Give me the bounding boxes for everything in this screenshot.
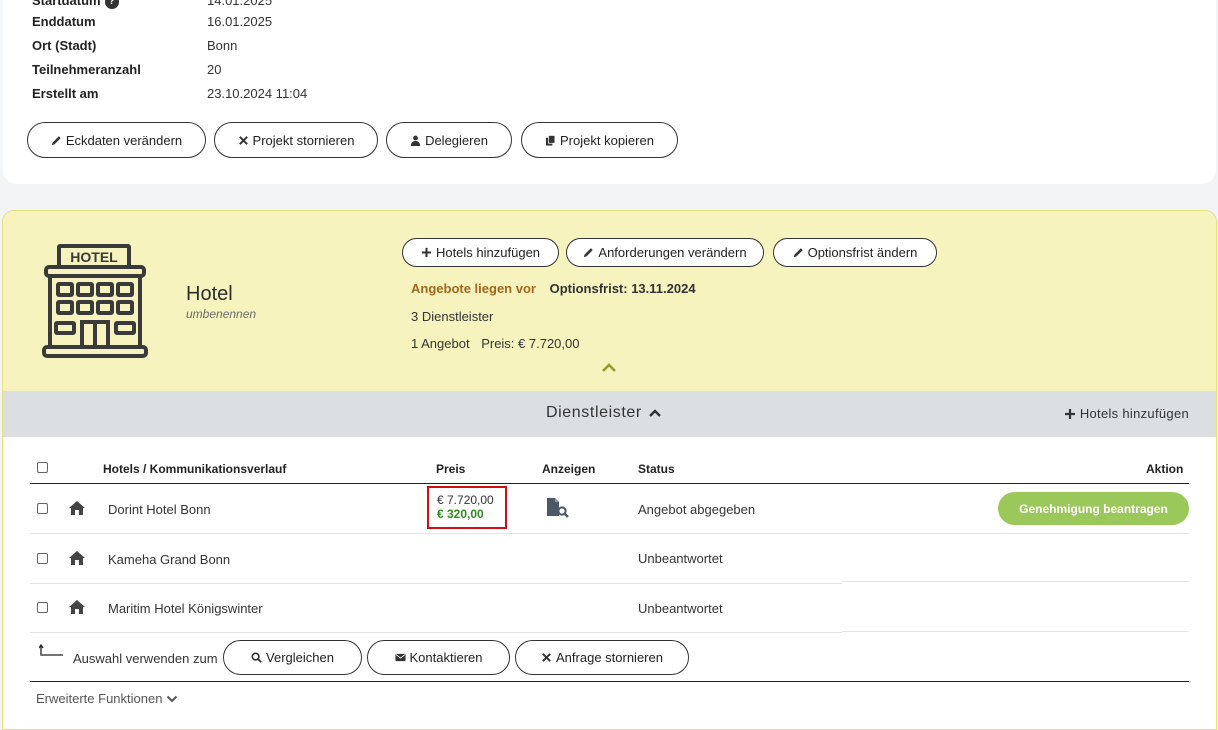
rename-link[interactable]: umbenennen <box>186 307 256 321</box>
cancel-request-label: Anfrage stornieren <box>556 650 663 665</box>
price-value: € 7.720,00 <box>437 493 494 507</box>
row-divider <box>30 632 842 633</box>
edit-details-label: Eckdaten verändern <box>65 132 183 148</box>
col-price[interactable]: Preis <box>436 462 465 476</box>
field-start-value: 14.01.2025 <box>207 0 273 8</box>
delegate-button[interactable]: Delegieren <box>386 122 512 158</box>
selection-arrow-icon <box>39 644 63 656</box>
cancel-project-button[interactable]: Projekt stornieren <box>214 122 378 158</box>
field-end-value: 16.01.2025 <box>207 14 273 29</box>
change-requirements-label: Anforderungen verändern <box>598 245 747 260</box>
price-highlight: € 7.720,00 € 320,00 <box>427 486 507 529</box>
chevron-up-icon <box>648 409 661 417</box>
hotel-status-line: Angebote liegen vor Optionsfrist: 13.11.… <box>411 281 696 296</box>
extended-functions-toggle[interactable]: Erweiterte Funktionen <box>36 691 178 706</box>
close-icon <box>238 135 248 145</box>
compare-button[interactable]: Vergleichen <box>223 640 362 675</box>
copy-project-label: Projekt kopieren <box>560 132 654 148</box>
row-checkbox[interactable] <box>37 602 48 613</box>
row-divider <box>30 533 1189 534</box>
providers-title: Dienstleister <box>546 404 642 421</box>
pencil-icon <box>51 135 61 145</box>
option-deadline: Optionsfrist: 13.11.2024 <box>549 281 696 296</box>
field-city-value: Bonn <box>207 38 238 53</box>
field-city-label: Ort (Stadt) <box>32 38 97 53</box>
cancel-request-button[interactable]: Anfrage stornieren <box>515 640 689 675</box>
selection-label: Auswahl verwenden zum <box>73 651 218 666</box>
hotel-icon-label: HOTEL <box>70 249 118 265</box>
field-end-label: Enddatum <box>32 14 96 29</box>
hotel-name[interactable]: Maritim Hotel Königswinter <box>108 601 263 616</box>
row-divider <box>30 583 842 584</box>
hotel-name[interactable]: Dorint Hotel Bonn <box>108 502 211 517</box>
row-status: Unbeantwortet <box>638 601 723 616</box>
row-checkbox[interactable] <box>37 503 48 514</box>
chevron-down-icon <box>167 695 178 702</box>
col-action: Aktion <box>1146 462 1184 476</box>
bulk-actions-rule <box>30 681 1189 682</box>
pencil-icon <box>584 248 594 258</box>
providers-toggle[interactable]: Dienstleister <box>546 404 662 422</box>
home-icon <box>69 600 85 614</box>
contact-button[interactable]: Kontaktieren <box>367 640 510 675</box>
add-hotels-button[interactable]: Hotels hinzufügen <box>402 238 559 267</box>
col-status[interactable]: Status <box>638 462 675 476</box>
pencil-icon <box>793 248 803 258</box>
price-difference: € 320,00 <box>437 507 484 521</box>
help-icon[interactable]: ? <box>104 0 119 9</box>
hotel-panel: HOTEL Hotel umbenennen Hotels hinzufügen… <box>2 210 1217 730</box>
select-all-checkbox[interactable] <box>37 462 48 473</box>
field-created-value: 23.10.2024 11:04 <box>207 86 308 101</box>
cancel-project-label: Projekt stornieren <box>252 132 355 148</box>
row-divider-action <box>842 631 1189 632</box>
offers-status: Angebote liegen vor <box>411 281 536 296</box>
collapse-chevron-icon[interactable] <box>601 361 617 373</box>
contact-label: Kontaktieren <box>409 650 483 665</box>
copy-project-button[interactable]: Projekt kopieren <box>521 122 678 158</box>
col-show: Anzeigen <box>542 462 596 476</box>
plus-icon <box>421 247 432 258</box>
field-start-label: Startdatum <box>32 0 101 8</box>
hotel-name[interactable]: Kameha Grand Bonn <box>108 552 230 567</box>
change-option-deadline-label: Optionsfrist ändern <box>807 245 918 260</box>
view-offer-icon[interactable] <box>546 498 570 518</box>
field-participants-value: 20 <box>207 62 222 77</box>
add-hotels-label: Hotels hinzufügen <box>435 245 541 260</box>
row-status: Unbeantwortet <box>638 551 723 566</box>
providers-bar: Dienstleister Hotels hinzufügen <box>3 391 1216 437</box>
providers-count: 3 Dienstleister <box>411 309 494 324</box>
hotel-header: HOTEL Hotel umbenennen Hotels hinzufügen… <box>3 211 1216 391</box>
copy-icon <box>545 134 556 146</box>
change-requirements-button[interactable]: Anforderungen verändern <box>566 238 764 267</box>
offers-count: 1 Angebot <box>411 336 470 351</box>
row-divider-action <box>842 581 1189 582</box>
search-icon <box>251 652 262 663</box>
project-card: Startdatum? 14.01.2025 Enddatum 16.01.20… <box>3 0 1216 184</box>
change-option-deadline-button[interactable]: Optionsfrist ändern <box>773 238 937 267</box>
offers-summary: 1 Angebot Preis: € 7.720,00 <box>411 336 579 351</box>
plus-icon <box>1064 408 1075 419</box>
delegate-label: Delegieren <box>425 132 488 148</box>
field-created-label: Erstellt am <box>32 86 99 101</box>
compare-label: Vergleichen <box>266 650 334 665</box>
hotel-building-icon: HOTEL <box>42 244 148 358</box>
request-approval-button[interactable]: Genehmigung beantragen <box>998 492 1189 525</box>
extended-functions-label: Erweiterte Funktionen <box>36 691 163 706</box>
home-icon <box>69 551 85 565</box>
col-hotels[interactable]: Hotels / Kommunikationsverlauf <box>103 462 286 476</box>
hotel-title: Hotel <box>186 283 233 305</box>
home-icon <box>69 501 85 515</box>
close-icon <box>542 653 551 662</box>
offers-price: Preis: € 7.720,00 <box>481 336 580 351</box>
field-participants-label: Teilnehmeranzahl <box>32 62 141 77</box>
envelope-icon <box>394 653 406 662</box>
row-checkbox[interactable] <box>37 553 48 564</box>
row-status: Angebot abgegeben <box>638 502 756 517</box>
table-header-rule <box>30 483 1189 484</box>
providers-add-label: Hotels hinzufügen <box>1079 406 1189 421</box>
providers-add-hotels[interactable]: Hotels hinzufügen <box>1064 406 1189 421</box>
user-icon <box>410 135 421 146</box>
edit-details-button[interactable]: Eckdaten verändern <box>27 122 206 158</box>
